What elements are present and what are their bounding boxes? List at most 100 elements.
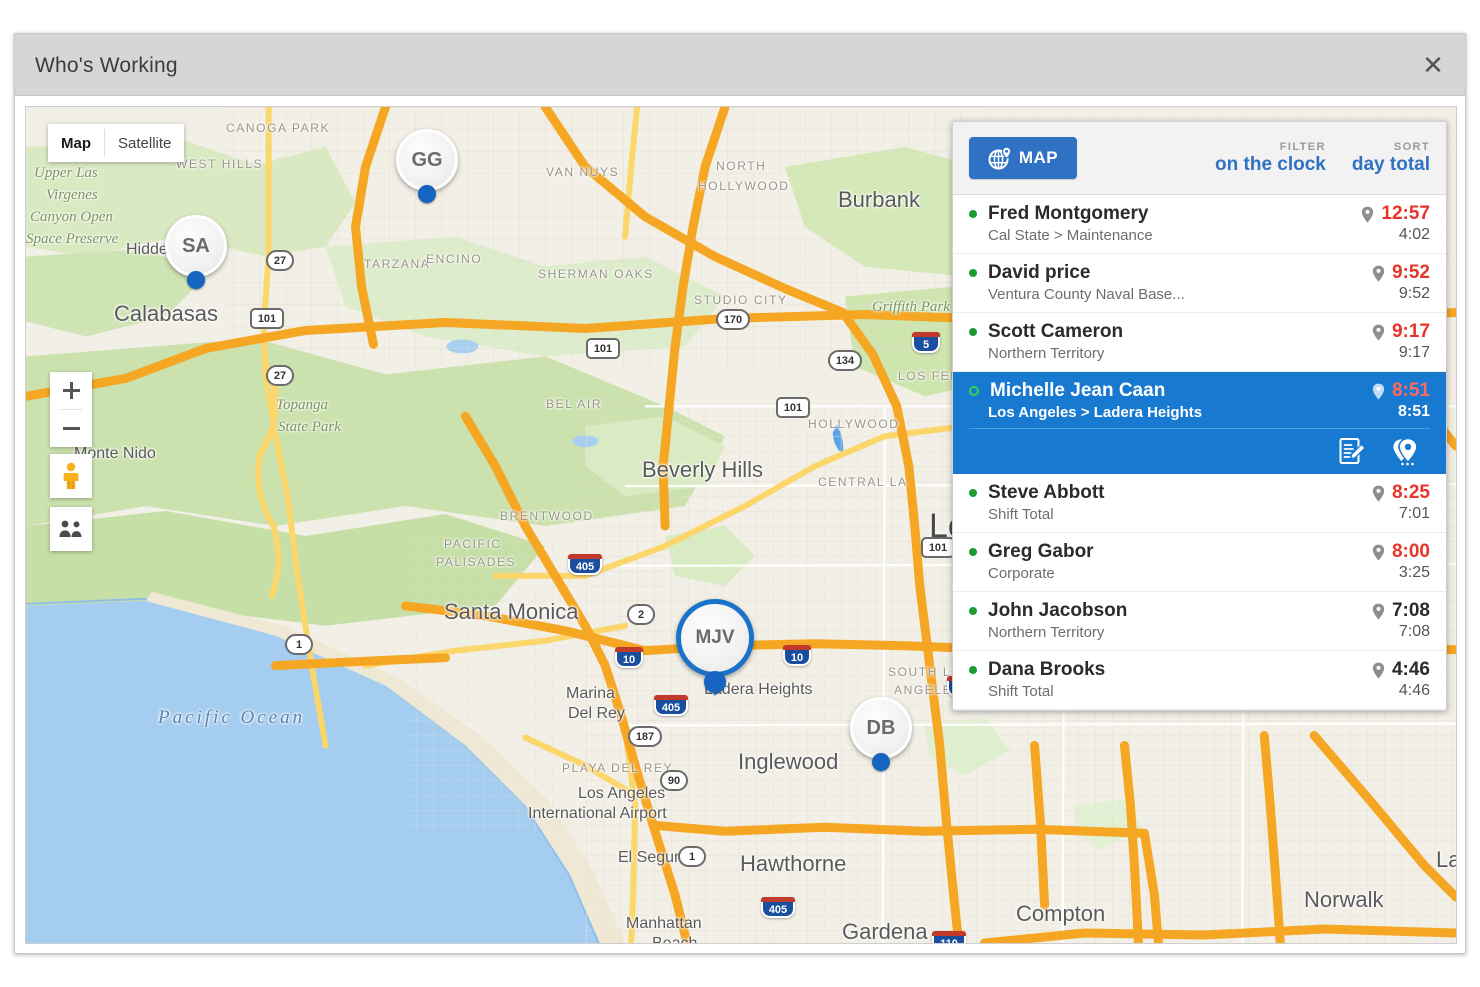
shield-top-band — [761, 897, 795, 902]
row-secondary-line: Northern Territory 9:17 — [969, 344, 1430, 362]
status-dot — [969, 269, 977, 277]
highway-shield: 405 — [654, 695, 688, 716]
employee-row[interactable]: Scott Cameron 9:17 Northern Territory 9:17 — [953, 313, 1446, 372]
location-history-icon[interactable] — [1390, 437, 1424, 467]
clock-time: 9:17 — [1391, 321, 1430, 342]
edit-note-icon[interactable] — [1338, 437, 1368, 466]
shield-top-band — [932, 931, 966, 936]
map-label: Santa Monica — [444, 599, 579, 624]
highway-shield: 110 — [932, 931, 966, 943]
sort-control[interactable]: SORT day total — [1352, 141, 1430, 176]
map-label: Marina — [566, 685, 615, 702]
employee-row[interactable]: Steve Abbott 8:25 Shift Total 7:01 — [953, 474, 1446, 533]
status-dot — [969, 328, 977, 336]
map-canvas[interactable]: CANOGA PARK WEST HILLS Upper Las Virgenes Ca… — [25, 106, 1457, 944]
row-primary-line: John Jacobson 7:08 — [969, 600, 1430, 622]
employee-detail: Northern Territory — [988, 623, 1105, 641]
employee-row[interactable]: Fred Montgomery 12:57 Cal State > Maintena… — [953, 195, 1446, 254]
location-pin-icon — [1372, 383, 1385, 400]
employee-name: David price — [988, 262, 1091, 283]
map-type-map[interactable]: Map — [48, 124, 104, 162]
employee-row[interactable]: Greg Gabor 8:00 Corporate 3:25 — [953, 533, 1446, 592]
map-label: Upper Las — [34, 165, 98, 181]
panel-header: MAP FILTER on the clock SORT day total — [953, 122, 1446, 195]
zoom-in-button[interactable] — [50, 372, 92, 409]
sort-caption: SORT — [1393, 140, 1430, 153]
pin-body — [418, 185, 436, 204]
close-icon[interactable]: ✕ — [1415, 48, 1451, 82]
pin-body — [704, 671, 726, 696]
highway-shield: 101 — [921, 537, 955, 558]
employee-detail: Shift Total — [988, 682, 1054, 700]
employee-name: Dana Brooks — [988, 659, 1106, 680]
map-label: HOLLYWOOD — [698, 179, 790, 193]
row-clock-group: 9:52 — [1372, 262, 1430, 284]
map-label: Calabasas — [114, 301, 218, 326]
highway-shield: 134 — [828, 350, 862, 371]
map-toggle-button[interactable]: MAP — [969, 137, 1077, 179]
map-label: Hawthorne — [740, 851, 847, 876]
highway-shield: 27 — [266, 365, 294, 386]
people-group-button[interactable] — [50, 507, 92, 551]
employee-name: Scott Cameron — [988, 321, 1124, 342]
day-total: 7:01 — [1398, 505, 1430, 522]
map-marker-sa[interactable]: SA — [165, 215, 227, 290]
map-label: PALISADES — [436, 555, 517, 569]
clock-time: 4:46 — [1391, 659, 1430, 680]
employee-name: Fred Montgomery — [988, 203, 1149, 224]
status-dot — [969, 489, 977, 497]
map-label: SHERMAN OAKS — [538, 267, 654, 281]
highway-shield: 101 — [586, 338, 620, 359]
map-label: Topanga — [276, 397, 328, 413]
employee-detail: Corporate — [988, 564, 1055, 582]
map-marker-db[interactable]: DB — [850, 697, 912, 772]
row-primary-line: Scott Cameron 9:17 — [969, 321, 1430, 343]
row-secondary-line: Shift Total 7:01 — [969, 505, 1430, 523]
map-zoom-control[interactable] — [50, 372, 92, 447]
row-secondary-line: Corporate 3:25 — [969, 564, 1430, 582]
map-type-control[interactable]: Map Satellite — [48, 124, 185, 162]
map-label: Burbank — [838, 187, 920, 212]
map-toggle-label: MAP — [1018, 148, 1059, 167]
day-total: 7:08 — [1398, 623, 1430, 640]
map-label: Compton — [1016, 901, 1106, 926]
map-label: Gardena — [842, 919, 928, 944]
filter-value[interactable]: on the clock — [1215, 154, 1326, 176]
sort-value[interactable]: day total — [1352, 154, 1430, 176]
street-view-pegman-button[interactable] — [50, 454, 92, 498]
map-label: CANOGA PARK — [226, 121, 331, 135]
minus-icon — [62, 427, 80, 430]
zoom-out-button[interactable] — [50, 410, 92, 447]
employee-name: Michelle Jean Caan — [990, 380, 1166, 401]
clock-time: 12:57 — [1381, 203, 1430, 224]
day-total: 9:17 — [1398, 344, 1430, 361]
day-total: 8:51 — [1397, 403, 1430, 420]
row-primary-line: David price 9:52 — [969, 262, 1430, 284]
employee-row[interactable]: Michelle Jean Caan 8:51 Los Angeles > Lade… — [953, 372, 1446, 474]
map-label: Beverly Hills — [642, 457, 764, 482]
filter-control[interactable]: FILTER on the clock — [1215, 141, 1326, 176]
row-secondary-line: Northern Territory 7:08 — [969, 623, 1430, 641]
row-clock-group: 7:08 — [1372, 600, 1430, 622]
highway-shield: 170 — [716, 309, 750, 330]
map-label: Beach — [652, 935, 698, 944]
row-clock-group: 4:46 — [1372, 659, 1430, 681]
map-marker-gg[interactable]: GG — [396, 129, 458, 204]
location-pin-icon — [1372, 324, 1385, 341]
map-label: WEST HILLS — [176, 157, 264, 171]
row-clock-group: 8:25 — [1372, 482, 1430, 504]
clock-time: 7:08 — [1391, 600, 1430, 621]
map-type-satellite[interactable]: Satellite — [105, 124, 184, 162]
employee-row[interactable]: Dana Brooks 4:46 Shift Total 4:46 — [953, 651, 1446, 710]
marker-initials: GG — [396, 129, 458, 191]
map-label: Pacific Ocean — [158, 707, 306, 728]
shield-top-band — [783, 645, 811, 650]
row-primary-line: Fred Montgomery 12:57 — [969, 203, 1430, 225]
row-primary-line: Dana Brooks 4:46 — [969, 659, 1430, 681]
employee-list-panel: MAP FILTER on the clock SORT day total F… — [952, 121, 1447, 711]
employee-row[interactable]: John Jacobson 7:08 Northern Territory 7:08 — [953, 592, 1446, 651]
map-marker-mjv[interactable]: MJV — [676, 599, 754, 696]
row-primary-line: Michelle Jean Caan 8:51 — [969, 380, 1430, 402]
map-label: La M — [1436, 847, 1456, 872]
employee-row[interactable]: David price 9:52 Ventura County Naval Base… — [953, 254, 1446, 313]
